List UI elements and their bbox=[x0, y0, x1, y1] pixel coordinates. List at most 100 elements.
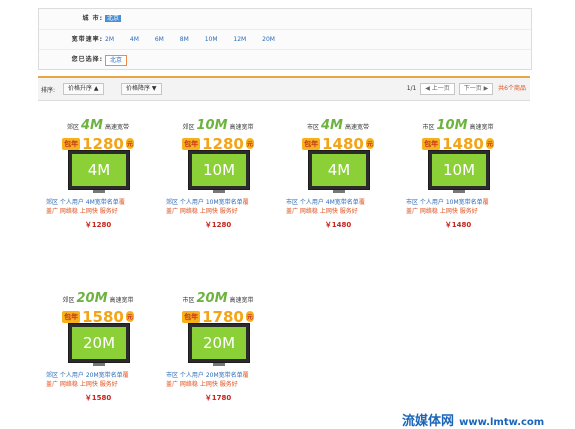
city-label: 城 市: bbox=[82, 15, 103, 22]
monitor-image[interactable]: 20M bbox=[68, 323, 130, 367]
speed-option[interactable]: 10M bbox=[205, 36, 218, 43]
price-prefix: 包年 bbox=[62, 310, 81, 323]
price-unit: 元 bbox=[245, 138, 254, 149]
product-description[interactable]: 郊区 个人用户 4M宽带名单覆 盖广 网络稳 上网快 服务好 bbox=[46, 198, 150, 216]
desc-line1-tail: 覆 bbox=[358, 199, 365, 206]
next-page-button[interactable]: 下一页 ▶ bbox=[458, 83, 494, 95]
monitor-image[interactable]: 10M bbox=[428, 150, 490, 194]
sort-price-asc-button[interactable]: 价格升序 ▲ bbox=[63, 83, 104, 95]
screen-speed-label: 10M bbox=[432, 154, 486, 186]
product-description[interactable]: 市区 个人用户 10M宽带名单覆 盖广 网络稳 上网快 服务好 bbox=[406, 198, 510, 216]
speed-option[interactable]: 20M bbox=[262, 36, 275, 43]
product-suffix: 高速宽带 bbox=[109, 297, 134, 304]
product-card[interactable]: 郊区 20M 高速宽带 包年 1580 元 20M 郊区 个人用户 20M宽带名单覆 盖广 网络… bbox=[46, 289, 150, 409]
product-suffix: 高速宽带 bbox=[229, 124, 254, 131]
desc-line1: 郊区 个人用户 20M宽带名单 bbox=[46, 372, 123, 379]
product-card[interactable]: 郊区 10M 高速宽带 包年 1280 元 10M 郊区 个人用户 10M宽带名单覆 盖广 网络… bbox=[166, 116, 270, 236]
product-title[interactable]: 郊区 4M 高速宽带 bbox=[46, 118, 150, 133]
final-price: ￥1580 bbox=[84, 394, 112, 402]
product-speed: 20M bbox=[196, 291, 228, 306]
product-description[interactable]: 郊区 个人用户 20M宽带名单覆 盖广 网络稳 上网快 服务好 bbox=[46, 371, 150, 389]
product-title[interactable]: 市区 4M 高速宽带 bbox=[286, 118, 390, 133]
price-banner: 包年 1480 元 bbox=[406, 133, 510, 153]
prev-page-button[interactable]: ◀ 上一页 bbox=[420, 83, 455, 95]
product-title[interactable]: 市区 20M 高速宽带 bbox=[166, 291, 270, 306]
sort-bar: 排序: 价格升序 ▲ 价格降序 ▼ 1/1 ◀ 上一页 下一页 ▶ 共6个商品 bbox=[38, 76, 530, 101]
price-prefix: 包年 bbox=[182, 137, 201, 150]
screen-speed-label: 20M bbox=[72, 327, 126, 359]
price-unit: 元 bbox=[485, 138, 494, 149]
monitor-image[interactable]: 20M bbox=[188, 323, 250, 367]
product-area: 郊区 bbox=[66, 124, 79, 131]
desc-line2: 盖广 网络稳 上网快 服务好 bbox=[46, 208, 118, 215]
speed-option[interactable]: 2M bbox=[105, 36, 114, 43]
monitor-screen: 10M bbox=[188, 150, 250, 190]
price-banner: 包年 1280 元 bbox=[46, 133, 150, 153]
product-card[interactable]: 郊区 4M 高速宽带 包年 1280 元 4M 郊区 个人用户 4M宽带名单覆 盖广 网络稳 上… bbox=[46, 116, 150, 236]
speed-option[interactable]: 4M bbox=[130, 36, 139, 43]
sort-price-desc-button[interactable]: 价格降序 ▼ bbox=[121, 83, 162, 95]
total-count: 共6个商品 bbox=[498, 85, 526, 92]
product-suffix: 高速宽带 bbox=[229, 297, 254, 304]
product-card[interactable]: 市区 10M 高速宽带 包年 1480 元 10M 市区 个人用户 10M宽带名单覆 盖广 网络… bbox=[406, 116, 510, 236]
price-prefix: 包年 bbox=[62, 137, 81, 150]
product-title[interactable]: 市区 10M 高速宽带 bbox=[406, 118, 510, 133]
monitor-image[interactable]: 4M bbox=[68, 150, 130, 194]
pagination: 1/1 ◀ 上一页 下一页 ▶ 共6个商品 bbox=[407, 83, 526, 95]
desc-line1: 市区 个人用户 10M宽带名单 bbox=[406, 199, 483, 206]
monitor-screen: 20M bbox=[68, 323, 130, 363]
monitor-image[interactable]: 4M bbox=[308, 150, 370, 194]
watermark-cn: 流媒体网 bbox=[402, 414, 455, 429]
desc-line2: 盖广 网络稳 上网快 服务好 bbox=[406, 208, 478, 215]
product-description[interactable]: 郊区 个人用户 10M宽带名单覆 盖广 网络稳 上网快 服务好 bbox=[166, 198, 270, 216]
monitor-screen: 10M bbox=[428, 150, 490, 190]
desc-line2: 盖广 网络稳 上网快 服务好 bbox=[46, 381, 118, 388]
final-price: ￥1280 bbox=[204, 221, 232, 229]
speed-option[interactable]: 6M bbox=[155, 36, 164, 43]
price-prefix: 包年 bbox=[302, 137, 321, 150]
desc-line1-tail: 覆 bbox=[242, 199, 249, 206]
desc-line1-tail: 覆 bbox=[122, 372, 129, 379]
price-banner: 包年 1480 元 bbox=[286, 133, 390, 153]
screen-speed-label: 4M bbox=[72, 154, 126, 186]
speed-option[interactable]: 8M bbox=[180, 36, 189, 43]
product-title[interactable]: 郊区 10M 高速宽带 bbox=[166, 118, 270, 133]
desc-line2: 盖广 网络稳 上网快 服务好 bbox=[286, 208, 358, 215]
filter-panel: 城 市: 北京 宽带速率: 2M 4M 6M 8M 10M 12M 20M 您已… bbox=[38, 8, 532, 70]
screen-speed-label: 10M bbox=[192, 154, 246, 186]
city-option-selected[interactable]: 北京 bbox=[105, 15, 122, 22]
product-title[interactable]: 郊区 20M 高速宽带 bbox=[46, 291, 150, 306]
monitor-image[interactable]: 10M bbox=[188, 150, 250, 194]
monitor-stand bbox=[453, 190, 465, 193]
product-area: 市区 bbox=[422, 124, 435, 131]
price-prefix: 包年 bbox=[182, 310, 201, 323]
monitor-screen: 20M bbox=[188, 323, 250, 363]
price-banner: 包年 1580 元 bbox=[46, 306, 150, 326]
speed-option[interactable]: 12M bbox=[233, 36, 246, 43]
city-filter-row: 城 市: 北京 bbox=[39, 9, 531, 29]
desc-line1-tail: 覆 bbox=[482, 199, 489, 206]
monitor-stand bbox=[213, 190, 225, 193]
product-speed: 4M bbox=[81, 118, 103, 133]
watermark-url: www.lmtw.com bbox=[459, 417, 545, 428]
final-price: ￥1480 bbox=[324, 221, 352, 229]
monitor-stand bbox=[333, 190, 345, 193]
chosen-label: 您已选择: bbox=[71, 56, 103, 63]
product-description[interactable]: 市区 个人用户 20M宽带名单覆 盖广 网络稳 上网快 服务好 bbox=[166, 371, 270, 389]
speed-label: 宽带速率: bbox=[71, 36, 103, 43]
price-banner: 包年 1780 元 bbox=[166, 306, 270, 326]
product-description[interactable]: 市区 个人用户 4M宽带名单覆 盖广 网络稳 上网快 服务好 bbox=[286, 198, 390, 216]
screen-speed-label: 4M bbox=[312, 154, 366, 186]
final-price: ￥1480 bbox=[444, 221, 472, 229]
product-card[interactable]: 市区 20M 高速宽带 包年 1780 元 20M 市区 个人用户 20M宽带名单覆 盖广 网络… bbox=[166, 289, 270, 409]
desc-line1-tail: 覆 bbox=[242, 372, 249, 379]
desc-line1: 市区 个人用户 4M宽带名单 bbox=[286, 199, 359, 206]
page-indicator: 1/1 bbox=[406, 85, 417, 92]
product-speed: 10M bbox=[196, 118, 228, 133]
product-speed: 20M bbox=[76, 291, 108, 306]
final-price: ￥1780 bbox=[204, 394, 232, 402]
monitor-stand bbox=[93, 363, 105, 366]
desc-line2: 盖广 网络稳 上网快 服务好 bbox=[166, 381, 238, 388]
product-card[interactable]: 市区 4M 高速宽带 包年 1480 元 4M 市区 个人用户 4M宽带名单覆 盖广 网络稳 上… bbox=[286, 116, 390, 236]
chosen-tag[interactable]: 北京 bbox=[105, 55, 128, 66]
